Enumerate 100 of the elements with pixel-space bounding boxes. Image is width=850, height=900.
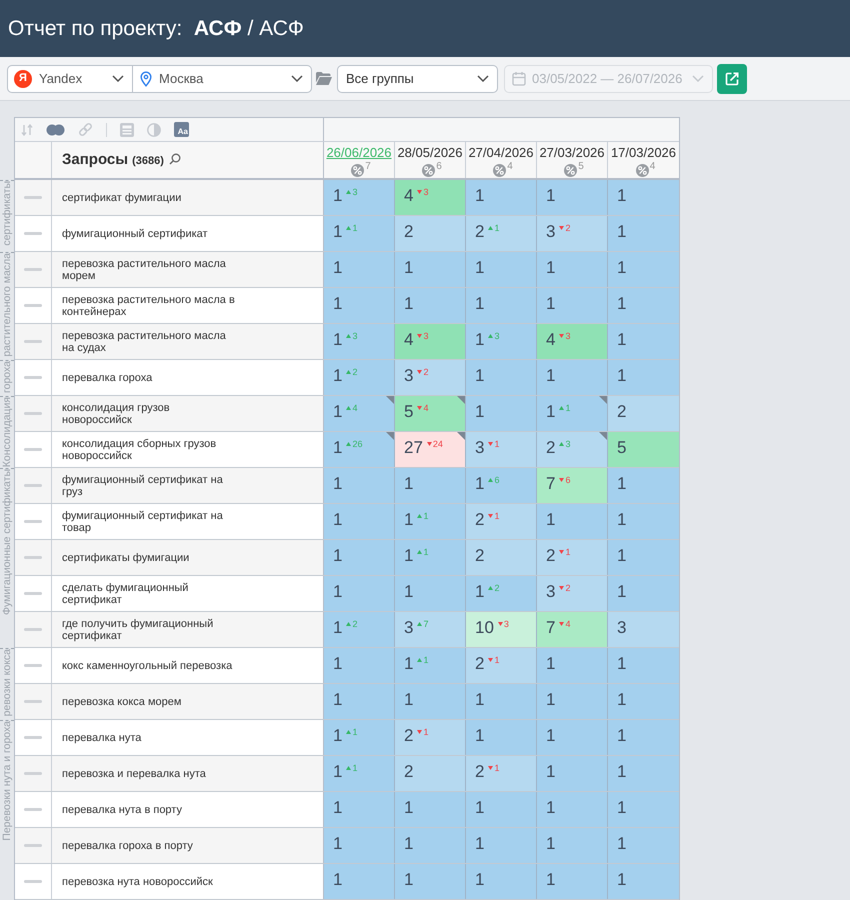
position-value: 1 (475, 402, 484, 422)
calendar-icon (512, 71, 526, 86)
position-change: 2 (565, 583, 570, 593)
position-value: 1 (333, 294, 342, 314)
query-text: сделать фумигационный сертификат (62, 582, 190, 606)
position-value: 2 (475, 762, 484, 782)
table-icon[interactable] (120, 122, 134, 136)
overlapping-circles-icon[interactable] (46, 124, 65, 136)
query-text: сертификаты фумигации (62, 552, 190, 564)
position-value: 3 (404, 366, 414, 386)
position-change: 3 (423, 187, 428, 197)
position-value: 1 (546, 402, 556, 422)
dash-icon (24, 736, 42, 739)
export-button[interactable] (717, 64, 747, 94)
dash-icon (24, 520, 42, 523)
group-label: Фумигационные сертификаты (0, 469, 14, 615)
position-value: 1 (333, 222, 342, 242)
dash-icon (24, 628, 42, 631)
position-value: 3 (617, 618, 626, 638)
position-value: 1 (617, 222, 626, 242)
query-text: перевалка гороха (62, 372, 154, 384)
position-value: 1 (617, 582, 626, 602)
position-change: 1 (494, 655, 500, 665)
column-title: Запросы (62, 150, 128, 170)
position-value: 1 (404, 294, 414, 314)
query-text: фумигационный сертификат (62, 228, 209, 240)
position-value: 1 (333, 438, 342, 458)
query-text: консолидация сборных грузов новороссийск (62, 438, 218, 462)
date-link[interactable]: 27/03/2026 (539, 145, 605, 161)
position-value: 1 (333, 546, 342, 566)
date-link[interactable]: 27/04/2026 (468, 145, 534, 161)
position-value: 2 (546, 438, 556, 458)
position-value: 7 (546, 474, 556, 494)
dash-icon (24, 484, 42, 487)
sort-icon[interactable] (21, 124, 33, 136)
position-value: 1 (617, 690, 626, 710)
position-value: 1 (617, 330, 626, 350)
query-text: перевозка растительного масла на судах (62, 330, 227, 354)
query-text: перевозка кокса морем (62, 696, 182, 708)
position-change: 6 (565, 475, 570, 485)
region-select[interactable]: Москва (133, 64, 312, 92)
position-value: 1 (617, 258, 626, 278)
dash-icon (24, 232, 42, 235)
position-value: 1 (617, 798, 626, 818)
query-text: перевозка нута новороссийск (62, 876, 214, 888)
position-value: 1 (333, 690, 342, 710)
position-value: 10 (475, 618, 494, 638)
query-count: (3686) (132, 154, 164, 169)
position-change: 1 (352, 223, 358, 233)
query-text: кокс каменноугольный перевозка (62, 660, 234, 672)
query-text: перевозка растительного масла морем (62, 258, 227, 282)
position-change: 1 (352, 763, 358, 773)
position-value: 1 (617, 834, 626, 854)
dash-icon (24, 592, 42, 595)
position-value: 1 (617, 186, 626, 206)
position-change: 3 (565, 331, 570, 341)
position-change: 1 (352, 727, 358, 737)
position-change: 1 (423, 727, 428, 737)
search-icon[interactable] (168, 152, 181, 164)
position-change: 6 (494, 475, 500, 485)
date-link[interactable]: 28/05/2026 (397, 145, 463, 161)
position-change: 4 (423, 403, 428, 413)
position-change: 2 (494, 583, 500, 593)
group-label: сертификаты (0, 181, 14, 246)
position-value: 1 (546, 654, 556, 674)
position-value: 1 (475, 294, 484, 314)
search-engine-select[interactable]: Я Yandex (7, 64, 133, 92)
position-change: 3 (504, 619, 509, 629)
position-change: 1 (494, 223, 500, 233)
position-value: 1 (404, 798, 414, 818)
position-change: 1 (423, 547, 428, 557)
location-pin-icon (140, 70, 152, 86)
position-change: 24 (432, 439, 443, 449)
position-value: 1 (546, 510, 556, 530)
position-change: 1 (494, 439, 500, 449)
group-select[interactable]: Все группы (337, 64, 498, 92)
position-value: 1 (333, 258, 342, 278)
position-value: 1 (475, 870, 484, 890)
dash-icon (24, 412, 42, 415)
position-change: 2 (565, 223, 570, 233)
percent-icon (493, 164, 506, 177)
dash-icon (24, 340, 42, 343)
position-value: 1 (546, 726, 556, 746)
position-change: 2 (352, 619, 358, 629)
position-value: 1 (404, 690, 414, 710)
link-icon[interactable] (78, 122, 93, 137)
position-value: 1 (333, 582, 342, 602)
position-value: 1 (404, 834, 414, 854)
query-text: фумигационный сертификат на товар (62, 510, 224, 534)
contrast-icon[interactable] (147, 122, 161, 136)
group-label: Консолидация (0, 397, 14, 468)
position-value: 1 (617, 474, 626, 494)
position-value: 1 (404, 510, 414, 530)
query-text: перевозка и перевалка нута (62, 768, 207, 780)
date-link[interactable]: 17/03/2026 (610, 145, 676, 161)
font-button[interactable]: Aa (174, 122, 189, 137)
column-count: 4 (507, 162, 513, 172)
position-value: 2 (404, 762, 414, 782)
position-value: 1 (475, 258, 484, 278)
position-value: 1 (475, 834, 484, 854)
